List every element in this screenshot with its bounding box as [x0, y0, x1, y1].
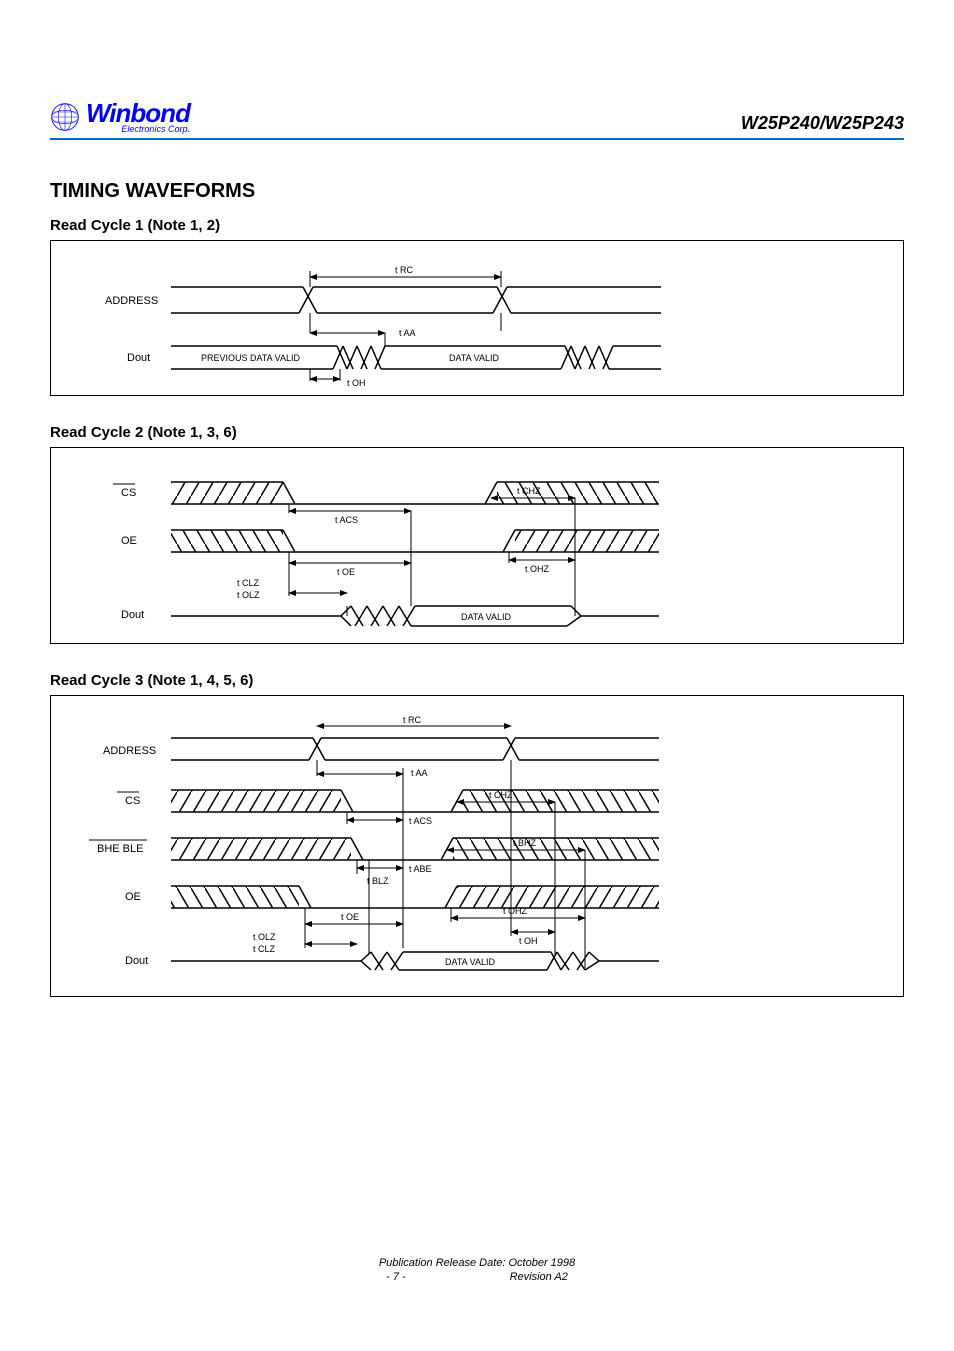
d3-tohz: t OHZ: [503, 906, 528, 916]
d3-toe: t OE: [341, 912, 359, 922]
globe-icon: [50, 102, 80, 132]
d3-toh: t OH: [519, 936, 538, 946]
logo-block: Winbond Electronics Corp.: [50, 100, 190, 134]
d3-taa: t AA: [411, 768, 428, 778]
d3-tacs: t ACS: [409, 816, 432, 826]
d3-bhe-ble-label: BHE BLE: [97, 843, 143, 855]
d2-dout-label: Dout: [121, 609, 144, 621]
d2-tohz: t OHZ: [525, 564, 550, 574]
section-title: TIMING WAVEFORMS: [50, 180, 904, 203]
footer-page: - 7 -: [386, 1271, 406, 1283]
brand-name: Winbond: [86, 100, 190, 126]
d2-tolz: t OLZ: [237, 590, 260, 600]
diagram2-svg: CS OE t ACS t CHZ: [51, 448, 741, 643]
d3-trc: t RC: [403, 715, 422, 725]
d2-toe: t OE: [337, 567, 355, 577]
d1-address-label: ADDRESS: [105, 295, 158, 307]
page-footer: Publication Release Date: October 1998 -…: [50, 1257, 904, 1283]
d2-data-valid: DATA VALID: [461, 612, 512, 622]
diagram3-box: ADDRESS t RC t AA CS: [50, 695, 904, 997]
d3-tabe: t ABE: [409, 864, 432, 874]
diagram2-title: Read Cycle 2 (Note 1, 3, 6): [50, 424, 904, 441]
d2-tclz: t CLZ: [237, 578, 260, 588]
d3-dout-label: Dout: [125, 955, 148, 967]
d1-prev-valid: PREVIOUS DATA VALID: [201, 353, 301, 363]
header-divider: [50, 138, 904, 140]
d1-trc: t RC: [395, 265, 414, 275]
d2-oe-label: OE: [121, 535, 137, 547]
diagram1-svg: ADDRESS t RC Dout: [51, 241, 741, 395]
page-container: Winbond Electronics Corp. W25P240/W25P24…: [0, 0, 954, 1325]
diagram3-title: Read Cycle 3 (Note 1, 4, 5, 6): [50, 672, 904, 689]
footer-rev: Revision A2: [510, 1271, 568, 1283]
diagram1-title: Read Cycle 1 (Note 1, 2): [50, 217, 904, 234]
d3-tchz: t CHZ: [489, 790, 513, 800]
d1-toh: t OH: [347, 378, 366, 388]
d3-data-valid: DATA VALID: [445, 957, 496, 967]
d3-tblz: t BLZ: [367, 876, 389, 886]
d3-cs-label: CS: [125, 795, 140, 807]
d3-oe-label: OE: [125, 891, 141, 903]
page-header: Winbond Electronics Corp. W25P240/W25P24…: [50, 100, 904, 134]
d2-tacs: t ACS: [335, 515, 358, 525]
diagram1-box: ADDRESS t RC Dout: [50, 240, 904, 396]
d2-cs-label: CS: [121, 487, 136, 499]
d3-tclz: t CLZ: [253, 944, 276, 954]
d1-dout-label: Dout: [127, 352, 150, 364]
footer-line1: Publication Release Date: October 1998: [50, 1257, 904, 1269]
d2-tchz: t CHZ: [517, 486, 541, 496]
diagram2-box: CS OE t ACS t CHZ: [50, 447, 904, 644]
d1-taa: t AA: [399, 328, 416, 338]
brand-text-wrap: Winbond Electronics Corp.: [86, 100, 190, 134]
part-number: W25P240/W25P243: [741, 113, 904, 134]
d3-tbhz: t BHZ: [513, 838, 537, 848]
d1-data-valid: DATA VALID: [449, 353, 500, 363]
d3-tolz: t OLZ: [253, 932, 276, 942]
diagram3-svg: ADDRESS t RC t AA CS: [51, 696, 741, 996]
d3-address-label: ADDRESS: [103, 745, 156, 757]
